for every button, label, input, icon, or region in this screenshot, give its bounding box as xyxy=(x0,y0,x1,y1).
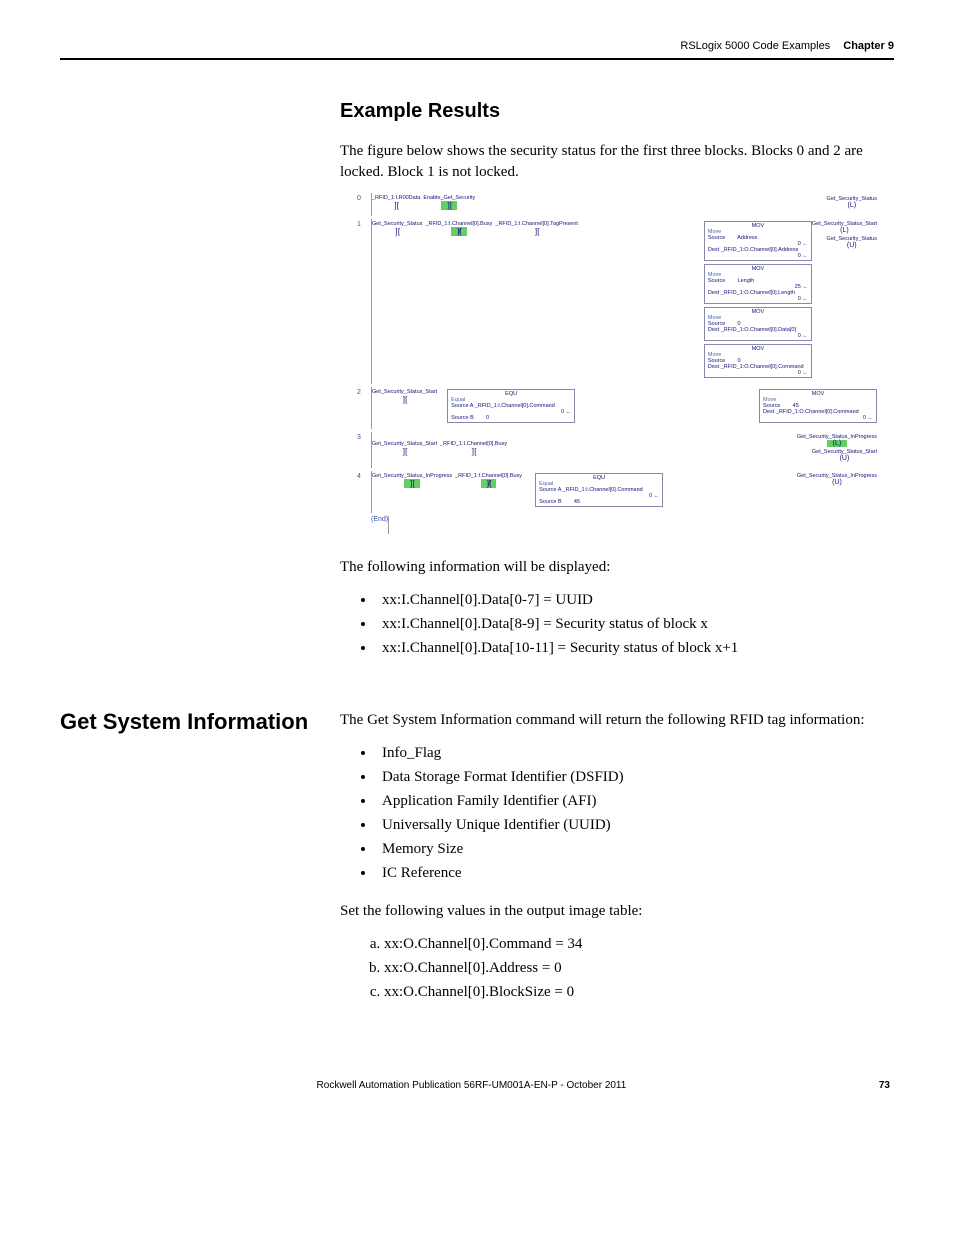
rung-number: 1 xyxy=(357,219,371,228)
page-header: RSLogix 5000 Code Examples Chapter 9 xyxy=(60,40,894,60)
get-system-info-heading: Get System Information xyxy=(60,710,340,1020)
rfid-info-list: Info_Flag Data Storage Format Identifier… xyxy=(340,741,894,885)
rung-number: 2 xyxy=(357,387,371,396)
displayed-info-list: xx:I.Channel[0].Data[0-7] = UUID xx:I.Ch… xyxy=(340,588,894,660)
contact: Enable_Get_Security] [ xyxy=(423,195,475,210)
page-footer: Rockwell Automation Publication 56RF-UM0… xyxy=(60,1080,894,1091)
mov-block: MOV Move Source 0 Dest _RFID_1:O.Channel… xyxy=(704,307,812,341)
contact: _RFID_1:I.Channel[0].Busy] [ xyxy=(440,441,507,456)
list-item: xx:O.Channel[0].BlockSize = 0 xyxy=(384,980,894,1004)
list-item: Memory Size xyxy=(376,837,894,861)
contact: _RFID_1:I.Channel[0].Busy]/[ xyxy=(425,221,492,236)
displayed-info-intro: The following information will be displa… xyxy=(340,557,894,578)
equ-block: EQU Equal Source A _RFID_1:I.Channel[0].… xyxy=(535,473,663,507)
contact: _RFID_1:I.R00Data] [ xyxy=(372,195,420,210)
example-results-heading: Example Results xyxy=(340,100,894,123)
contact: Get_Security_Status_Start] [ xyxy=(372,441,437,456)
get-system-info-intro: The Get System Information command will … xyxy=(340,710,894,731)
coil: Get_Security_Status_InProgress(U) xyxy=(797,473,877,486)
mov-block: MOV Move Source 0 Dest _RFID_1:O.Channel… xyxy=(704,344,812,378)
contact: Get_Security_Status_Start] [ xyxy=(372,389,437,404)
contact: _RFID_1:I.Channel[0].Busy]/[ xyxy=(455,473,522,488)
contact: _RFID_1:I.Channel[0].TagPresent] [ xyxy=(495,221,578,236)
rung-number: 0 xyxy=(357,193,371,202)
list-item: xx:I.Channel[0].Data[10-11] = Security s… xyxy=(376,636,894,660)
list-item: xx:O.Channel[0].Address = 0 xyxy=(384,956,894,980)
list-item: Info_Flag xyxy=(376,741,894,765)
example-results-intro: The figure below shows the security stat… xyxy=(340,141,894,183)
coil: Get_Security_Status(L) xyxy=(827,196,877,209)
contact: Get_Security_Status] [ xyxy=(372,221,422,236)
header-chapter: Chapter 9 xyxy=(843,40,894,52)
output-image-steps: xx:O.Channel[0].Command = 34 xx:O.Channe… xyxy=(340,932,894,1004)
mov-block: MOV Move Source Address 0 ← Dest _RFID_1… xyxy=(704,221,812,261)
set-values-intro: Set the following values in the output i… xyxy=(340,901,894,922)
coil: Get_Security_Status_InProgress(L) xyxy=(797,434,877,447)
contact: Get_Security_Status_InProgress] [ xyxy=(372,473,452,488)
footer-publication: Rockwell Automation Publication 56RF-UM0… xyxy=(64,1080,879,1091)
list-item: xx:O.Channel[0].Command = 34 xyxy=(384,932,894,956)
footer-page-number: 73 xyxy=(879,1080,890,1091)
rung-number: 4 xyxy=(357,471,371,480)
ladder-figure: 0 _RFID_1:I.R00Data] [ Enable_Get_Securi… xyxy=(340,193,894,537)
list-item: Application Family Identifier (AFI) xyxy=(376,789,894,813)
list-item: IC Reference xyxy=(376,861,894,885)
equ-block: EQU Equal Source A _RFID_1:I.Channel[0].… xyxy=(447,389,575,423)
rung-number: 3 xyxy=(357,432,371,441)
mov-block: MOV Move Source Length 25 ← Dest _RFID_1… xyxy=(704,264,812,304)
list-item: xx:I.Channel[0].Data[8-9] = Security sta… xyxy=(376,612,894,636)
coil: Get_Security_Status(U) xyxy=(827,236,877,249)
list-item: Data Storage Format Identifier (DSFID) xyxy=(376,765,894,789)
rung-end: (End) xyxy=(357,516,388,523)
coil: Get_Security_Status_Start(L) xyxy=(812,221,877,234)
mov-block: MOV Move Source 45 Dest _RFID_1:O.Channe… xyxy=(759,389,877,423)
coil: Get_Security_Status_Start(U) xyxy=(812,449,877,462)
list-item: xx:I.Channel[0].Data[0-7] = UUID xyxy=(376,588,894,612)
header-section: RSLogix 5000 Code Examples xyxy=(680,40,830,52)
list-item: Universally Unique Identifier (UUID) xyxy=(376,813,894,837)
